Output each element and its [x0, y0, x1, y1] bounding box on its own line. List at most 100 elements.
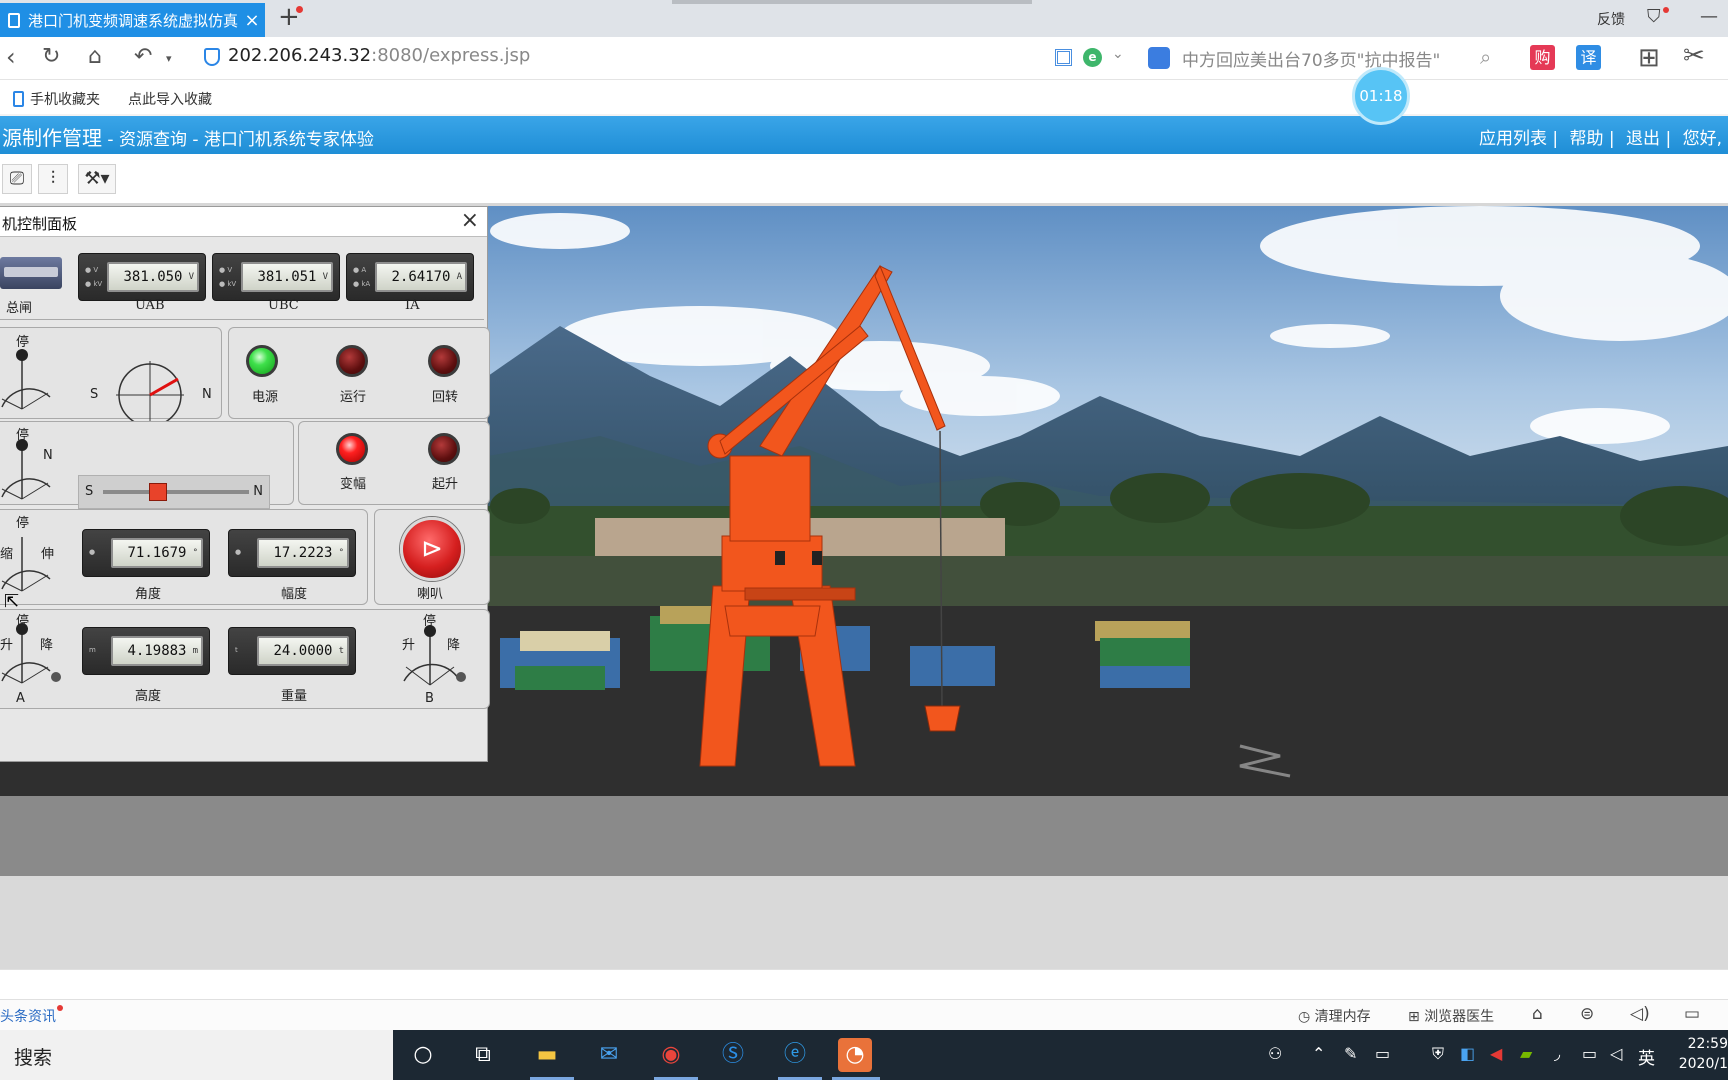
hoist-knob-a[interactable] [0, 619, 64, 691]
notification-dot [57, 1005, 63, 1011]
tab-close-icon[interactable]: × [239, 10, 265, 31]
chevron-down-icon[interactable]: ⌄ [1112, 46, 1124, 62]
skin-shirt-icon[interactable]: ⛉ [1647, 6, 1661, 27]
slider-n-label: N [253, 484, 263, 499]
chrome-icon[interactable]: ◉ [654, 1038, 688, 1072]
bookmark-import-link[interactable]: 点此导入收藏 [128, 89, 212, 109]
battery-icon[interactable]: ▭ [1582, 1044, 1597, 1063]
back-icon[interactable]: ‹ [6, 43, 16, 71]
travel-slider[interactable]: S N [78, 475, 270, 509]
panel-title: 机控制面板 [2, 215, 78, 233]
news-link[interactable]: 头条资讯 [0, 1006, 56, 1026]
grab-bucket [924, 705, 961, 732]
cab-window [812, 551, 822, 565]
url-host: 202.206.243.32 [228, 45, 372, 66]
chevron-down-icon[interactable]: ▾ [166, 52, 172, 65]
slew-lamp [428, 345, 460, 377]
task-view-icon[interactable]: ⧉ [466, 1038, 500, 1072]
translate-button[interactable]: 译 [1576, 45, 1601, 70]
security-shield-icon[interactable]: ⛨ [1432, 1044, 1444, 1064]
bookmark-mobile-favorites[interactable]: 手机收藏夹 [13, 89, 100, 109]
scene-toolbar: ⎚ ⫶ ⚒▾ [0, 154, 1728, 206]
control-panel-icon[interactable]: ⫶ [38, 164, 68, 194]
hoist-knob-b[interactable] [398, 621, 468, 693]
skype-icon[interactable]: Ⓢ [716, 1038, 750, 1072]
switch-handle [4, 267, 58, 277]
url-field[interactable]: 202.206.243.32:8080/express.jsp [228, 45, 530, 66]
home-icon[interactable]: ⌂ [88, 44, 102, 69]
blue-app-icon[interactable]: ◧ [1460, 1044, 1475, 1063]
meter-amplitude-label: 幅度 [281, 587, 308, 602]
run-lamp [336, 345, 368, 377]
volume-icon[interactable]: ◁) [1630, 1004, 1650, 1024]
mail-icon[interactable]: ✉ [592, 1038, 626, 1072]
bookmark-label: 手机收藏夹 [30, 92, 100, 108]
meter-amplitude: ● 17.2223 ° [228, 529, 356, 577]
luff-hoist-lamps-box [298, 421, 490, 505]
qr-code-icon[interactable] [1055, 49, 1072, 66]
feedback-link[interactable]: 反馈 [1597, 9, 1625, 29]
meter-amplitude-value: 17.2223 [273, 545, 333, 561]
windows-taskbar: 搜索 ○ ⧉ ▬ ✉ ◉ Ⓢ ⓔ ◔ ⚇ ⌃ ✎ ▭ ⛨ ◧ ◀ ▰ ◞ ▭ ◁… [0, 1030, 1728, 1080]
taskbar-search-input[interactable]: 搜索 [0, 1030, 393, 1080]
app-list-link[interactable]: 应用列表 | [1479, 129, 1558, 149]
main-switch[interactable] [0, 257, 62, 289]
cab-window [775, 551, 785, 565]
nvidia-icon[interactable]: ▰ [1520, 1044, 1532, 1063]
panel-header[interactable]: 机控制面板 × [0, 207, 487, 237]
download-icon[interactable]: ⌂ [1532, 1004, 1543, 1024]
people-icon[interactable]: ⚇ [1268, 1044, 1282, 1063]
meter-ia-value: 2.64170 [391, 269, 451, 285]
minimize-icon[interactable]: — [1700, 6, 1718, 27]
search-icon[interactable]: ⌕ [1480, 45, 1491, 69]
clean-memory-button[interactable]: ◷ 清理内存 [1298, 1006, 1371, 1026]
close-icon[interactable]: × [461, 208, 479, 233]
meter-uab-value: 381.050 [123, 269, 183, 285]
power-lamp-label: 电源 [252, 390, 279, 405]
notification-dot [296, 6, 303, 13]
scissors-icon[interactable]: ✂ [1683, 41, 1705, 71]
greeting: 您好, [1682, 129, 1722, 149]
meter-angle-value: 71.1679 [127, 545, 187, 561]
breadcrumb-resource-query[interactable]: 资源查询 [119, 130, 187, 150]
tablet-icon[interactable]: ▭ [1375, 1044, 1390, 1063]
refresh-icon[interactable]: ↻ [42, 44, 60, 69]
red-flag-icon[interactable]: ◀ [1490, 1044, 1502, 1063]
app-icon[interactable]: ◔ [838, 1038, 872, 1072]
shopping-button[interactable]: 购 [1530, 45, 1555, 70]
ie-compat-icon[interactable]: e [1083, 48, 1102, 67]
apps-grid-icon[interactable]: ⊞ [1638, 43, 1660, 73]
browser-tab-active[interactable]: 港口门机变频调速系统虚拟仿真 × [0, 3, 265, 37]
file-explorer-icon[interactable]: ▬ [530, 1038, 564, 1072]
hoist-lamp-label: 起升 [432, 477, 459, 492]
horn-button[interactable]: ⊳ [400, 517, 464, 581]
slider-thumb[interactable] [149, 483, 168, 501]
ime-indicator[interactable]: 英 [1638, 1044, 1655, 1069]
chevron-up-icon[interactable]: ⌃ [1312, 1044, 1325, 1063]
slew-knob[interactable] [0, 345, 60, 417]
bookmarks-bar: 手机收藏夹 点此导入收藏 [0, 80, 1728, 114]
screenshot-icon[interactable]: ⎚ [2, 164, 32, 194]
security-shield-icon [204, 48, 220, 66]
knob-n-label: N [43, 448, 53, 463]
power-lamp [246, 345, 278, 377]
browser-doctor-button[interactable]: ⊞ 浏览器医生 [1408, 1006, 1494, 1026]
logout-link[interactable]: 退出 | [1626, 129, 1671, 149]
system-clock[interactable]: 22:59 2020/1 [1666, 1034, 1728, 1074]
undo-icon[interactable]: ↶ [134, 44, 152, 69]
speaker-icon[interactable]: ◁ [1610, 1044, 1622, 1063]
tools-icon[interactable]: ⚒▾ [78, 164, 116, 194]
window-top-edge [672, 0, 1032, 4]
ie-browser-icon[interactable]: ⓔ [778, 1038, 812, 1072]
meter-height-value: 4.19883 [127, 643, 187, 659]
meter-weight-label: 重量 [281, 689, 308, 704]
wifi-icon[interactable]: ◞ [1554, 1044, 1560, 1063]
search-input[interactable]: 中方回应美出台70多页"抗中报告" [1148, 43, 1488, 73]
help-link[interactable]: 帮助 | [1570, 129, 1615, 149]
cortana-icon[interactable]: ○ [406, 1038, 440, 1072]
window-icon[interactable]: ▭ [1684, 1004, 1700, 1024]
tab-title: 港口门机变频调速系统虚拟仿真 [28, 11, 239, 30]
luff-knob[interactable] [0, 527, 60, 599]
accelerate-icon[interactable]: ⊜ [1580, 1004, 1594, 1024]
pen-icon[interactable]: ✎ [1344, 1044, 1357, 1063]
